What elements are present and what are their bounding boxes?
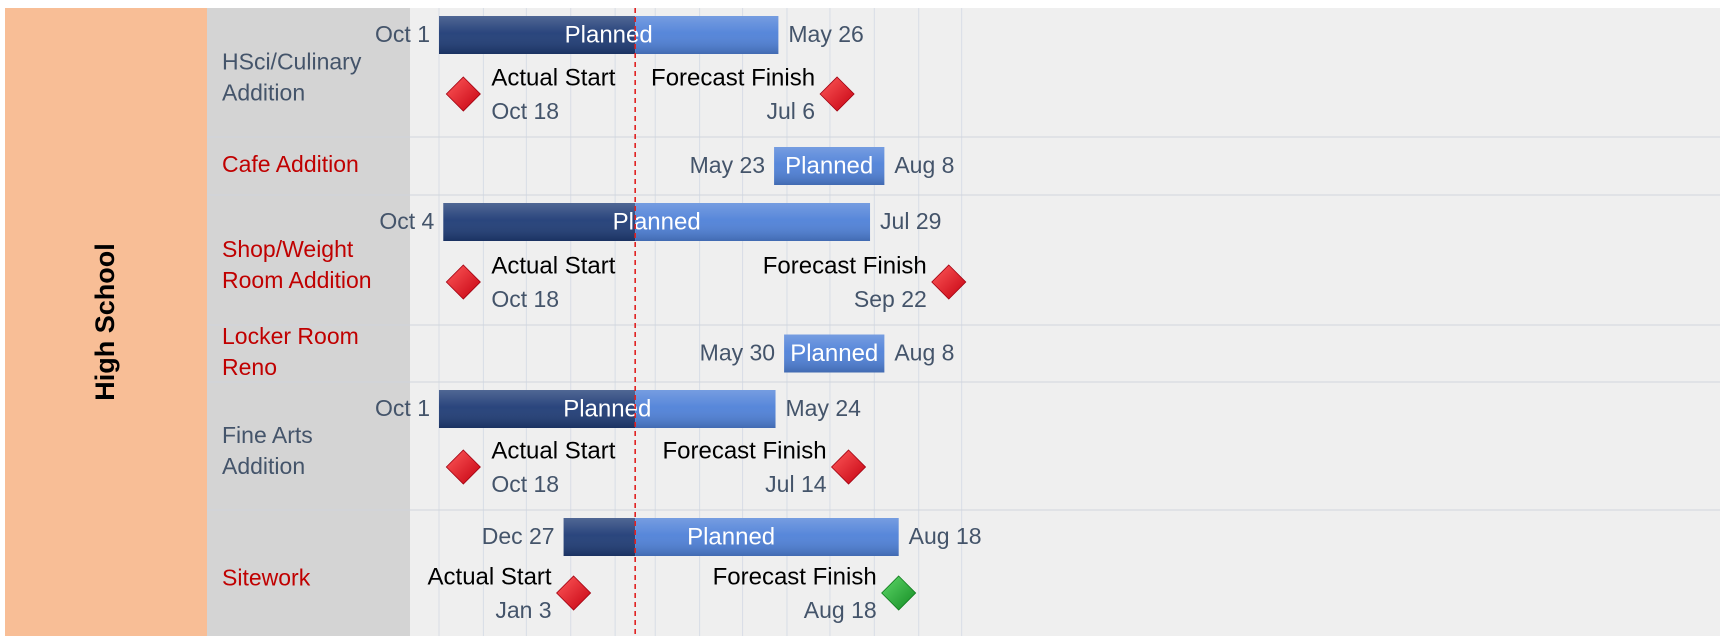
milestone-date: Jul 6 — [767, 98, 816, 124]
bar-start-date: Oct 4 — [379, 208, 434, 234]
row-label-line: Cafe Addition — [222, 151, 359, 177]
row-label-line: Reno — [222, 354, 277, 380]
gantt-chart: High School HSci/Culinary Addition Planned… — [0, 0, 1720, 642]
row-label-line: Shop/Weight — [222, 236, 354, 262]
milestone-date: Oct 18 — [491, 98, 559, 124]
row-label: Sitework — [222, 564, 311, 590]
row-label: Cafe Addition — [222, 151, 359, 177]
milestone-title: Actual Start — [491, 437, 615, 464]
bar-start-date: May 30 — [700, 340, 775, 366]
row-label-line: Locker Room — [222, 323, 359, 349]
bar-end-date: May 26 — [788, 21, 863, 47]
milestone-title: Forecast Finish — [763, 252, 927, 279]
row-label-line: HSci/Culinary — [222, 49, 362, 75]
bar-end-date: Aug 8 — [894, 152, 954, 178]
bar-label: Planned — [790, 340, 878, 367]
bar-start-date: Oct 1 — [375, 21, 430, 47]
milestone-title: Forecast Finish — [662, 437, 826, 464]
row-label-line: Sitework — [222, 564, 311, 590]
bar-label: Planned — [785, 152, 873, 179]
bar-start-date: Dec 27 — [482, 523, 555, 549]
row-label-line: Room Addition — [222, 267, 372, 293]
milestone-date: Sep 22 — [854, 286, 927, 312]
bar-label: Planned — [565, 21, 653, 48]
bar-label: Planned — [613, 208, 701, 235]
milestone-date: Jul 14 — [765, 471, 827, 497]
milestone-title: Actual Start — [491, 252, 615, 279]
row-label-line: Fine Arts — [222, 422, 313, 448]
milestone-title: Forecast Finish — [713, 563, 877, 590]
group-label: High School — [90, 243, 120, 401]
bar-end-date: Aug 18 — [909, 523, 982, 549]
milestone-date: Jan 3 — [495, 597, 551, 623]
bar-start-date: Oct 1 — [375, 395, 430, 421]
gantt-svg: High School HSci/Culinary Addition Planned… — [5, 8, 1720, 636]
bar-end-date: Jul 29 — [880, 208, 941, 234]
row-label-line: Addition — [222, 80, 305, 106]
bar-end-date: May 24 — [786, 395, 862, 421]
milestone-title: Actual Start — [428, 563, 552, 590]
bar-end-date: Aug 8 — [894, 340, 954, 366]
milestone-title: Forecast Finish — [651, 64, 815, 91]
milestone-date: Oct 18 — [491, 471, 559, 497]
bar-label: Planned — [563, 395, 651, 422]
bar-start-date: May 23 — [690, 152, 765, 178]
row-label-line: Addition — [222, 453, 305, 479]
milestone-date: Aug 18 — [804, 597, 877, 623]
bar-label: Planned — [687, 523, 775, 550]
milestone-title: Actual Start — [491, 64, 615, 91]
milestone-date: Oct 18 — [491, 286, 559, 312]
